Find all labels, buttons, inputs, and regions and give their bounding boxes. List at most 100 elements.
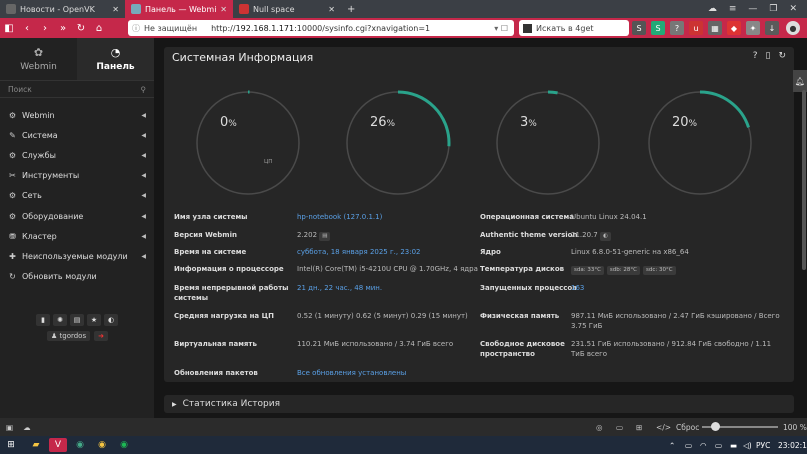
help-icon[interactable]: ? xyxy=(753,51,758,61)
username: tgordos xyxy=(59,332,87,340)
gauge-value: 20% xyxy=(672,115,698,130)
window-icon[interactable]: ▭ xyxy=(616,423,623,432)
refresh-icon: ↻ xyxy=(9,272,16,282)
tab-dashboard[interactable]: ◔ Панель xyxy=(77,38,154,80)
sidebar-item-system[interactable]: ✎ Система ◀ xyxy=(0,125,154,145)
notifications-bell-icon[interactable]: 🔔︎ xyxy=(793,70,807,92)
sidebar-item-network[interactable]: ⚙ Сеть ◀ xyxy=(0,186,154,206)
sidebar-item-unused-modules[interactable]: ✚ Неиспользуемые модули ◀ xyxy=(0,246,154,266)
tile-icon[interactable]: ⊞ xyxy=(636,423,642,432)
address-bar[interactable]: ⓘ Не защищён http://192.168.1.171:10000/… xyxy=(128,20,514,36)
new-tab-button[interactable]: + xyxy=(341,0,355,18)
physical-memory-label: Физическая память xyxy=(480,312,560,320)
vivaldi-icon[interactable]: V xyxy=(49,438,67,452)
code-icon[interactable]: </> xyxy=(656,423,671,432)
uptime-value[interactable]: 21 дн., 22 час., 48 мин. xyxy=(297,283,382,293)
extension-green-icon[interactable]: S xyxy=(651,21,665,35)
sidebar-item-label: Инструменты xyxy=(22,171,80,181)
ublock-icon[interactable]: u xyxy=(689,21,703,35)
app2-icon[interactable]: ◉ xyxy=(93,438,111,452)
minimize-icon[interactable]: — xyxy=(748,4,757,14)
extension-icon[interactable]: ▦ xyxy=(708,21,722,35)
forward-icon[interactable]: › xyxy=(36,23,54,34)
back-icon[interactable]: ‹ xyxy=(18,23,36,34)
logout-icon[interactable]: ➜ xyxy=(94,331,108,341)
tab-webmin[interactable]: Панель — Webmin 2.202 ( ✕ xyxy=(125,0,233,18)
menu-icon[interactable]: ≡ xyxy=(729,4,737,14)
star-icon[interactable]: ★ xyxy=(87,314,101,326)
scrollbar[interactable] xyxy=(802,90,806,270)
sidebar-item-label: Обновить модули xyxy=(22,272,97,282)
screenshot-icon[interactable]: ◎ xyxy=(596,423,603,432)
disk-temp-label: Температура дисков xyxy=(480,265,565,273)
tab-label: Webmin xyxy=(20,62,57,72)
theme-version-value: 21.20.7 ◐ xyxy=(571,230,614,241)
history-stats-collapse[interactable]: ▶ Статистика История xyxy=(164,395,794,413)
hostname-label: Имя узла системы xyxy=(174,213,248,221)
close-tab-icon[interactable]: ✕ xyxy=(328,5,335,14)
skip-icon[interactable]: » xyxy=(54,23,72,34)
palette-icon[interactable]: ◐ xyxy=(104,314,118,326)
extension-help-icon[interactable]: ? xyxy=(670,21,684,35)
reload-icon[interactable]: ↻ xyxy=(72,23,90,34)
close-tab-icon[interactable]: ✕ xyxy=(112,5,119,14)
document-icon[interactable]: ▤ xyxy=(319,232,331,241)
volume-icon[interactable]: ◁) xyxy=(743,441,752,450)
app-icon[interactable]: ◉ xyxy=(71,438,89,452)
avatar[interactable]: ● xyxy=(786,21,800,35)
sidebar-item-cluster[interactable]: ⛃ Кластер ◀ xyxy=(0,226,154,246)
tab-nullspace[interactable]: Null space ✕ xyxy=(233,0,341,18)
wrench-icon: ✎ xyxy=(9,130,16,140)
clipboard-icon[interactable]: ▯ xyxy=(766,51,771,61)
windows-start-icon[interactable]: ⊞ xyxy=(2,438,20,452)
package-updates-value[interactable]: Все обновления установлены xyxy=(297,368,406,378)
notes-icon[interactable]: ▤ xyxy=(70,314,84,326)
hostname-value[interactable]: hp-notebook (127.0.1.1) xyxy=(297,212,382,222)
tab-webmin-menu[interactable]: ✿ Webmin xyxy=(0,38,77,80)
display-icon[interactable]: ▭ xyxy=(685,441,692,450)
caret-left-icon: ◀ xyxy=(141,131,146,139)
battery-icon[interactable]: ▬ xyxy=(730,441,737,450)
puzzle-icon[interactable]: ✦ xyxy=(746,21,760,35)
refresh-icon[interactable]: ↻ xyxy=(778,51,786,61)
extension-red-icon[interactable]: ◆ xyxy=(727,21,741,35)
user-badge[interactable]: ♟ tgordos xyxy=(47,331,91,341)
brightness-icon[interactable]: ✺ xyxy=(53,314,67,326)
maximize-icon[interactable]: ❐ xyxy=(769,4,777,14)
puzzle-icon: ✚ xyxy=(9,251,16,261)
sidebar-search-input[interactable]: Поиск ⚲ xyxy=(0,80,154,98)
language-indicator[interactable]: РУС xyxy=(756,441,770,450)
spotify-icon[interactable]: ◉ xyxy=(115,438,133,452)
cloud-icon[interactable]: ☁ xyxy=(708,4,717,14)
system-time-value[interactable]: суббота, 18 января 2025 г., 23:02 xyxy=(297,247,421,257)
sidebar-item-services[interactable]: ⚙ Службы ◀ xyxy=(0,145,154,165)
close-tab-icon[interactable]: ✕ xyxy=(220,5,227,14)
url-text[interactable]: http://192.168.1.171:10000/sysinfo.cgi?x… xyxy=(211,24,430,33)
panel-icon[interactable]: ▣ xyxy=(6,423,13,432)
panel-toggle-icon[interactable]: ◧ xyxy=(0,23,18,34)
sidebar-item-tools[interactable]: ✂ Инструменты ◀ xyxy=(0,166,154,186)
hardware-icon: ⚙ xyxy=(8,211,17,221)
sidebar-item-refresh-modules[interactable]: ↻ Обновить модули xyxy=(0,267,154,287)
sidebar-item-webmin[interactable]: ⚙ Webmin ◀ xyxy=(0,105,154,125)
tray-chevron-icon[interactable]: ⌃ xyxy=(669,441,675,450)
bookmark-icon[interactable]: ▾ ☐ xyxy=(494,24,508,33)
zoom-reset-button[interactable]: Сброс xyxy=(676,423,699,432)
home-icon[interactable]: ⌂ xyxy=(90,23,108,34)
sidebar-item-hardware[interactable]: ⚙ Оборудование ◀ xyxy=(0,206,154,226)
file-explorer-icon[interactable]: ▰ xyxy=(27,438,45,452)
tab-openvk[interactable]: Новости - OpenVK ✕ xyxy=(0,0,125,18)
info-icon[interactable]: ⓘ xyxy=(132,23,140,34)
zoom-slider-handle[interactable] xyxy=(711,422,720,431)
wifi-icon[interactable]: ◠ xyxy=(700,441,707,450)
processes-value[interactable]: 163 xyxy=(571,283,584,293)
download-icon[interactable]: ↓ xyxy=(765,21,779,35)
sync-icon[interactable]: ☁ xyxy=(23,423,31,432)
search-input[interactable]: Искать в 4get xyxy=(519,20,629,36)
theme-icon[interactable]: ◐ xyxy=(599,232,611,241)
sidebar-user: ♟ tgordos ➜ xyxy=(47,331,108,341)
network-tray-icon[interactable]: ▭ xyxy=(715,441,722,450)
terminal-icon[interactable]: ▮ xyxy=(36,314,50,326)
close-window-icon[interactable]: ✕ xyxy=(789,4,797,14)
extension-s-icon[interactable]: S xyxy=(632,21,646,35)
